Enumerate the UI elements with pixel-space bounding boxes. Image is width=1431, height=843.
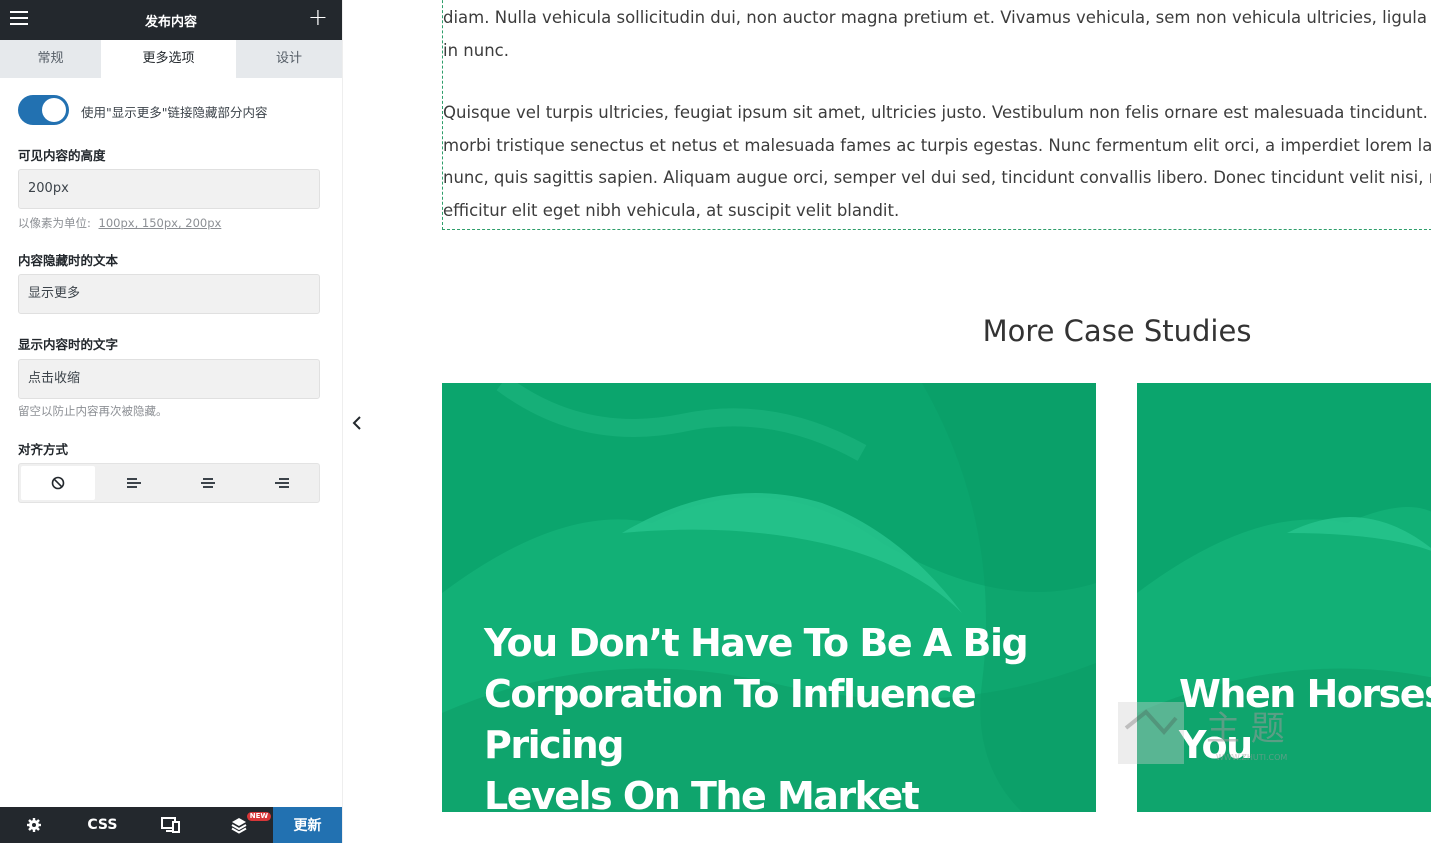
hidden-text-input[interactable]: 显示更多	[18, 274, 320, 314]
add-element-icon[interactable]: +	[308, 5, 328, 29]
shown-text-input[interactable]: 点击收缩	[18, 359, 320, 399]
align-none-button[interactable]	[21, 466, 95, 500]
align-left-button[interactable]	[97, 464, 171, 502]
paragraph: diam. Nulla vehicula sollicitudin dui, n…	[443, 0, 1431, 67]
visible-height-label: 可见内容的高度	[18, 148, 106, 163]
align-right-icon	[275, 476, 289, 490]
align-center-button[interactable]	[171, 464, 245, 502]
paragraph: Quisque vel turpis ultricies, feugiat ip…	[443, 97, 1431, 227]
watermark: 主 题 WWW.ZHUTI.COM	[1116, 698, 1346, 768]
paragraph-line: efficitur elit eget nibh vehicula, at su…	[443, 200, 900, 220]
panel-header: 发布内容 +	[0, 0, 342, 40]
new-badge: NEW	[246, 812, 272, 821]
no-align-icon	[51, 476, 65, 490]
show-more-toggle-label: 使用"显示更多"链接隐藏部分内容	[81, 105, 268, 120]
toggle-knob	[42, 98, 66, 122]
layers-button[interactable]: NEW	[205, 807, 273, 843]
paragraph-line: Quisque vel turpis ultricies, feugiat ip…	[443, 103, 1431, 122]
editor-panel: 发布内容 + 常规 更多选项 设计 使用"显示更多"链接隐藏部分内容 可见内容的…	[0, 0, 342, 843]
case-study-card[interactable]: You Don’t Have To Be A Big Corporation T…	[442, 383, 1096, 812]
visible-height-help-text: 以像素为单位:	[18, 216, 91, 230]
paragraph-line: morbi tristique senectus et netus et mal…	[443, 135, 1431, 155]
tab-design[interactable]: 设计	[236, 40, 342, 78]
gear-icon	[27, 818, 42, 832]
card-title-line: Levels On The Market	[484, 774, 920, 812]
visible-height-unit-examples[interactable]: 100px, 150px, 200px	[99, 216, 222, 230]
collapse-panel-button[interactable]	[344, 407, 370, 439]
align-right-button[interactable]	[245, 464, 319, 502]
panel-tabs: 常规 更多选项 设计	[0, 40, 342, 78]
page-canvas: diam. Nulla vehicula sollicitudin dui, n…	[372, 0, 1431, 843]
shown-text-label: 显示内容时的文字	[18, 337, 119, 352]
shown-text-help: 留空以防止内容再次被隐藏。	[18, 404, 168, 418]
visible-height-input[interactable]: 200px	[18, 169, 320, 209]
visible-height-help: 以像素为单位: 100px, 150px, 200px	[18, 215, 320, 231]
alignment-label: 对齐方式	[18, 442, 69, 457]
watermark-text: 主 题	[1206, 709, 1285, 749]
hidden-text-label: 内容隐藏时的文本	[18, 253, 119, 268]
watermark-logo: 主 题 WWW.ZHUTI.COM	[1118, 702, 1287, 764]
align-center-icon	[201, 476, 215, 490]
card-title-line: Corporation To Influence Pricing	[484, 672, 977, 767]
paragraph-line: in nunc.	[443, 40, 509, 60]
paragraph-line: nunc, quis sagittis sapien. Aliquam augu…	[443, 168, 1431, 187]
panel-footer: CSS NEW 更新	[0, 807, 342, 843]
tab-more-options[interactable]: 更多选项	[101, 40, 236, 78]
alignment-control	[18, 463, 320, 503]
update-button[interactable]: 更新	[273, 807, 342, 843]
chevron-left-icon	[352, 416, 361, 430]
align-left-icon	[127, 476, 141, 490]
devices-icon	[160, 817, 180, 833]
responsive-button[interactable]	[137, 807, 205, 843]
tab-general[interactable]: 常规	[0, 40, 101, 78]
card-title-line: You Don’t Have To Be A Big	[484, 621, 1029, 665]
watermark-url: WWW.ZHUTI.COM	[1216, 753, 1287, 762]
paragraph-line: diam. Nulla vehicula sollicitudin dui, n…	[443, 8, 1431, 27]
layers-icon	[231, 818, 247, 834]
show-more-toggle[interactable]	[18, 95, 69, 125]
css-button[interactable]: CSS	[68, 807, 136, 843]
read-more-text-block[interactable]: diam. Nulla vehicula sollicitudin dui, n…	[442, 0, 1431, 230]
section-title: More Case Studies	[982, 314, 1252, 348]
panel-title: 发布内容	[144, 15, 197, 30]
settings-button[interactable]	[0, 807, 68, 843]
card-title: You Don’t Have To Be A Big Corporation T…	[484, 618, 1096, 812]
